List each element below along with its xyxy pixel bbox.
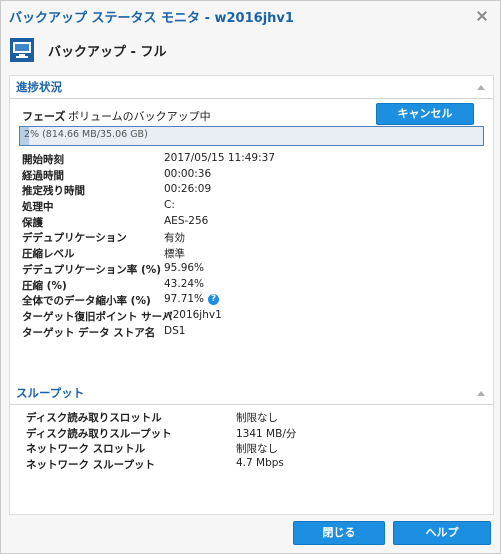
progress-section-header[interactable]: 進捗状況 xyxy=(10,76,493,99)
window-title: バックアップ ステータス モニタ - w2016jhv1 xyxy=(9,10,294,26)
throughput-label: ネットワーク スロットル xyxy=(26,443,146,455)
throughput-row: ネットワーク スロットル 制限なし xyxy=(26,441,466,457)
detail-value: DS1 xyxy=(164,324,186,337)
phase-row: フェーズ ボリュームのバックアップ中 キャンセル xyxy=(10,101,493,127)
throughput-label: ディスク読み取りスロットル xyxy=(26,412,162,424)
detail-label: 経過時間 xyxy=(22,169,64,182)
detail-value: 有効 xyxy=(164,232,185,245)
cancel-button[interactable]: キャンセル xyxy=(376,103,474,125)
detail-value-with-help: 97.71%? xyxy=(164,293,220,306)
detail-value: 2017/05/15 11:49:37 xyxy=(164,152,276,164)
progress-text: 2% (814.66 MB/35.06 GB) xyxy=(24,129,148,140)
detail-label: デデュプリケーション xyxy=(22,232,127,245)
throughput-section-title: スループット xyxy=(16,386,85,400)
detail-label: 開始時刻 xyxy=(22,154,64,166)
detail-value: AES-256 xyxy=(164,214,209,227)
detail-value: 標準 xyxy=(164,248,185,261)
detail-label: 処理中 xyxy=(22,201,54,214)
collapse-up-icon[interactable] xyxy=(477,84,485,90)
detail-label: 保護 xyxy=(22,216,43,229)
job-type-label: バックアップ - フル xyxy=(48,44,167,60)
detail-row: ターゲット データ ストア名 DS1 xyxy=(22,325,472,341)
detail-value: 00:00:36 xyxy=(164,167,212,180)
throughput-details: ディスク読み取りスロットル 制限なし ディスク読み取りスループット 1341 MB/… xyxy=(26,410,466,472)
monitor-icon xyxy=(10,38,34,62)
throughput-row: ネットワーク スループット 4.7 Mbps xyxy=(26,457,466,473)
detail-label: デデュプリケーション率 (%) xyxy=(22,263,162,276)
detail-row: ターゲット復旧ポイント サーバ w2016jhv1 xyxy=(22,309,472,325)
phase-value: ボリュームのバックアップ中 xyxy=(68,110,211,123)
throughput-row: ディスク読み取りスループット 1341 MB/分 xyxy=(26,426,466,442)
throughput-value: 1341 MB/分 xyxy=(236,427,297,440)
progress-section-title: 進捗状況 xyxy=(16,80,62,94)
detail-value: 95.96% xyxy=(164,261,205,274)
detail-value: 43.24% xyxy=(164,277,205,290)
detail-value: C: xyxy=(164,199,175,212)
throughput-value: 制限なし xyxy=(236,412,278,424)
throughput-value: 4.7 Mbps xyxy=(236,456,284,469)
throughput-row: ディスク読み取りスロットル 制限なし xyxy=(26,410,466,426)
throughput-label: ディスク読み取りスループット xyxy=(26,427,172,440)
detail-row: 経過時間 00:00:36 xyxy=(22,168,472,184)
job-header: バックアップ - フル xyxy=(1,31,500,69)
progress-details: 開始時刻 2017/05/15 11:49:37 経過時間 00:00:36 推定残… xyxy=(22,152,472,340)
detail-label: ターゲット復旧ポイント サーバ xyxy=(22,310,173,323)
detail-value: 97.71% xyxy=(164,293,205,306)
detail-row: 圧縮レベル 標準 xyxy=(22,246,472,262)
detail-label: 圧縮 (%) xyxy=(22,279,67,292)
detail-value: w2016jhv1 xyxy=(164,308,222,321)
phase-label: フェーズ xyxy=(22,110,66,123)
detail-row: 保護 AES-256 xyxy=(22,215,472,231)
help-icon[interactable]: ? xyxy=(208,294,220,306)
content-panel: 進捗状況 フェーズ ボリュームのバックアップ中 キャンセル 2% (814.66… xyxy=(9,75,494,515)
close-icon[interactable] xyxy=(474,8,490,24)
detail-label: ターゲット データ ストア名 xyxy=(22,326,156,339)
detail-row: デデュプリケーション 有効 xyxy=(22,230,472,246)
throughput-label: ネットワーク スループット xyxy=(26,458,156,471)
title-bar: バックアップ ステータス モニタ - w2016jhv1 xyxy=(1,1,500,31)
close-button[interactable]: 閉じる xyxy=(293,521,385,545)
detail-value: 00:26:09 xyxy=(164,183,212,196)
collapse-up-icon[interactable] xyxy=(477,390,485,396)
help-button[interactable]: ヘルプ xyxy=(393,521,491,545)
detail-row: 処理中 C: xyxy=(22,199,472,215)
progress-bar: 2% (814.66 MB/35.06 GB) xyxy=(19,126,484,146)
detail-label: 推定残り時間 xyxy=(22,185,85,198)
detail-row: 開始時刻 2017/05/15 11:49:37 xyxy=(22,152,472,168)
detail-label: 圧縮レベル xyxy=(22,248,75,261)
detail-row: 全体でのデータ縮小率 (%) 97.71%? xyxy=(22,293,472,309)
throughput-section-header[interactable]: スループット xyxy=(10,382,493,405)
dialog-footer: 閉じる ヘルプ xyxy=(1,515,500,553)
detail-row: 圧縮 (%) 43.24% xyxy=(22,278,472,294)
throughput-value: 制限なし xyxy=(236,443,278,455)
backup-status-monitor-dialog: バックアップ ステータス モニタ - w2016jhv1 バックアップ - フル… xyxy=(0,0,501,554)
detail-row: 推定残り時間 00:26:09 xyxy=(22,183,472,199)
detail-label: 全体でのデータ縮小率 (%) xyxy=(22,295,151,308)
detail-row: デデュプリケーション率 (%) 95.96% xyxy=(22,262,472,278)
throughput-section: スループット ディスク読み取りスロットル 制限なし ディスク読み取りスループット 1… xyxy=(10,382,493,471)
